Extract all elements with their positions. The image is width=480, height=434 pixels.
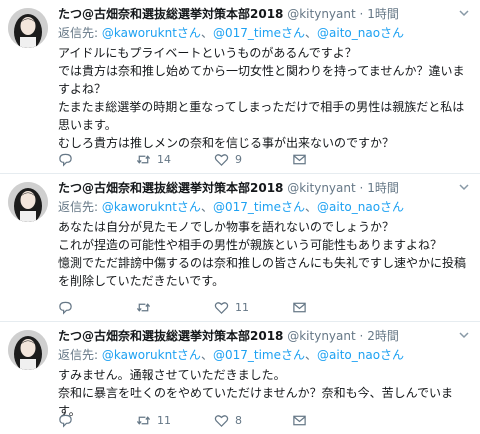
tweet-text-line: これが捏造の可能性や相手の男性が親族という可能性もありますよね？ — [58, 238, 443, 252]
like-count: 11 — [235, 301, 249, 314]
author-handle[interactable]: @kitynyant — [287, 181, 355, 195]
retweet-button[interactable]: 11 — [136, 413, 214, 428]
tweet-header: たつ@古畑奈和選抜総選挙対策本部2018 @kitynyant · 1時間 — [58, 180, 472, 196]
avatar-image — [8, 8, 48, 48]
heart-icon — [214, 415, 229, 427]
mention-separator: 、 — [200, 26, 213, 40]
dm-button[interactable] — [292, 413, 370, 428]
retweet-button[interactable]: 14 — [136, 152, 214, 167]
reply-button[interactable] — [58, 152, 136, 167]
author-handle[interactable]: @kitynyant — [287, 7, 355, 21]
mention-link[interactable]: @kaworukntさん — [102, 348, 201, 362]
tweet-text-line: では貴方は奈和推し始めてから一切女性と関わりを持ってませんか？違いますよね？ — [58, 64, 465, 96]
reply-button[interactable] — [58, 300, 136, 315]
tweet-text-line: あなたは自分が見たモノでしか物事を語れないのでしょうか？ — [58, 220, 395, 234]
like-count: 8 — [235, 414, 242, 427]
mention-link[interactable]: @kaworukntさん — [102, 200, 201, 214]
reply-prefix: 返信先: — [58, 26, 99, 40]
retweet-button[interactable] — [136, 300, 214, 315]
heart-icon — [214, 154, 229, 166]
reply-icon — [59, 153, 72, 167]
mention-link[interactable]: @aito_naoさん — [317, 26, 404, 40]
like-button[interactable]: 8 — [214, 413, 292, 428]
author-name[interactable]: たつ@古畑奈和選抜総選挙対策本部2018 — [58, 329, 283, 343]
tweet-header: たつ@古畑奈和選抜総選挙対策本部2018 @kitynyant · 1時間 — [58, 6, 472, 22]
author-name[interactable]: たつ@古畑奈和選抜総選挙対策本部2018 — [58, 181, 283, 195]
mention-link[interactable]: @017_timeさん — [213, 26, 305, 40]
tweet-text-line: 憶測でただ誹謗中傷するのは奈和推しの皆さんにも失礼ですし速やかに投稿を削除してい… — [58, 256, 467, 288]
retweet-icon — [136, 303, 151, 312]
timeline: たつ@古畑奈和選抜総選挙対策本部2018 @kitynyant · 1時間 返信… — [0, 0, 480, 434]
mention-link[interactable]: @017_timeさん — [213, 348, 305, 362]
tweet-header: たつ@古畑奈和選抜総選挙対策本部2018 @kitynyant · 2時間 — [58, 328, 472, 344]
like-button[interactable]: 9 — [214, 152, 292, 167]
like-button[interactable]: 11 — [214, 300, 292, 315]
reply-prefix: 返信先: — [58, 200, 99, 214]
mention-separator: 、 — [304, 26, 317, 40]
tweet-text: すみません。通報させていただきました。 奈和に暴言を吐くのをやめていただけませんか… — [58, 366, 472, 420]
tweet-actions: 11 — [58, 300, 370, 315]
separator-dot: · — [359, 329, 364, 343]
retweet-icon — [136, 416, 151, 425]
avatar[interactable] — [8, 330, 48, 370]
retweet-icon — [136, 155, 151, 164]
mention-link[interactable]: @017_timeさん — [213, 200, 305, 214]
envelope-icon — [293, 302, 306, 313]
mention-link[interactable]: @aito_naoさん — [317, 200, 404, 214]
avatar[interactable] — [8, 182, 48, 222]
tweet-1[interactable]: たつ@古畑奈和選抜総選挙対策本部2018 @kitynyant · 1時間 返信… — [0, 0, 480, 174]
retweet-count: 14 — [157, 153, 171, 166]
reply-button[interactable] — [58, 413, 136, 428]
chevron-down-icon[interactable] — [458, 7, 470, 19]
separator-dot: · — [359, 7, 364, 21]
tweet-text-line: むしろ貴方は推しメンの奈和を信じる事が出来ないのですか？ — [58, 136, 395, 150]
tweet-actions: 14 9 — [58, 152, 370, 167]
reply-icon — [59, 414, 72, 428]
like-count: 9 — [235, 153, 242, 166]
dm-button[interactable] — [292, 300, 370, 315]
tweet-3[interactable]: たつ@古畑奈和選抜総選挙対策本部2018 @kitynyant · 2時間 返信… — [0, 322, 480, 434]
tweet-time[interactable]: 1時間 — [367, 7, 399, 21]
avatar-image — [8, 330, 48, 370]
tweet-time[interactable]: 1時間 — [367, 181, 399, 195]
heart-icon — [214, 302, 229, 314]
separator-dot: · — [359, 181, 364, 195]
tweet-text: アイドルにもプライベートというものがあるんですよ？ では貴方は奈和推し始めてから一… — [58, 44, 472, 152]
reply-prefix: 返信先: — [58, 348, 99, 362]
dm-button[interactable] — [292, 152, 370, 167]
mention-separator: 、 — [200, 200, 213, 214]
tweet-2[interactable]: たつ@古畑奈和選抜総選挙対策本部2018 @kitynyant · 1時間 返信… — [0, 174, 480, 322]
mention-separator: 、 — [304, 348, 317, 362]
mention-separator: 、 — [200, 348, 213, 362]
envelope-icon — [293, 415, 306, 426]
avatar[interactable] — [8, 8, 48, 48]
tweet-actions: 11 8 — [58, 413, 370, 428]
tweet-text-line: たまたま総選挙の時期と重なってしまっただけで相手の男性は親族だと私は思います。 — [58, 100, 465, 132]
tweet-time[interactable]: 2時間 — [367, 329, 399, 343]
author-name[interactable]: たつ@古畑奈和選抜総選挙対策本部2018 — [58, 7, 283, 21]
tweet-text-line: すみません。通報させていただきました。 — [58, 368, 286, 382]
reply-icon — [59, 301, 72, 315]
mention-link[interactable]: @kaworukntさん — [102, 26, 201, 40]
reply-to-line: 返信先: @kaworukntさん、@017_timeさん、@aito_naoさ… — [58, 24, 472, 42]
envelope-icon — [293, 154, 306, 165]
reply-to-line: 返信先: @kaworukntさん、@017_timeさん、@aito_naoさ… — [58, 198, 472, 216]
chevron-down-icon[interactable] — [458, 329, 470, 341]
author-handle[interactable]: @kitynyant — [287, 329, 355, 343]
mention-separator: 、 — [304, 200, 317, 214]
tweet-text-line: アイドルにもプライベートというものがあるんですよ？ — [58, 46, 357, 60]
tweet-text: あなたは自分が見たモノでしか物事を語れないのでしょうか？ これが捏造の可能性や相手… — [58, 218, 472, 290]
reply-to-line: 返信先: @kaworukntさん、@017_timeさん、@aito_naoさ… — [58, 346, 472, 364]
avatar-image — [8, 182, 48, 222]
mention-link[interactable]: @aito_naoさん — [317, 348, 404, 362]
chevron-down-icon[interactable] — [458, 181, 470, 193]
retweet-count: 11 — [157, 414, 171, 427]
